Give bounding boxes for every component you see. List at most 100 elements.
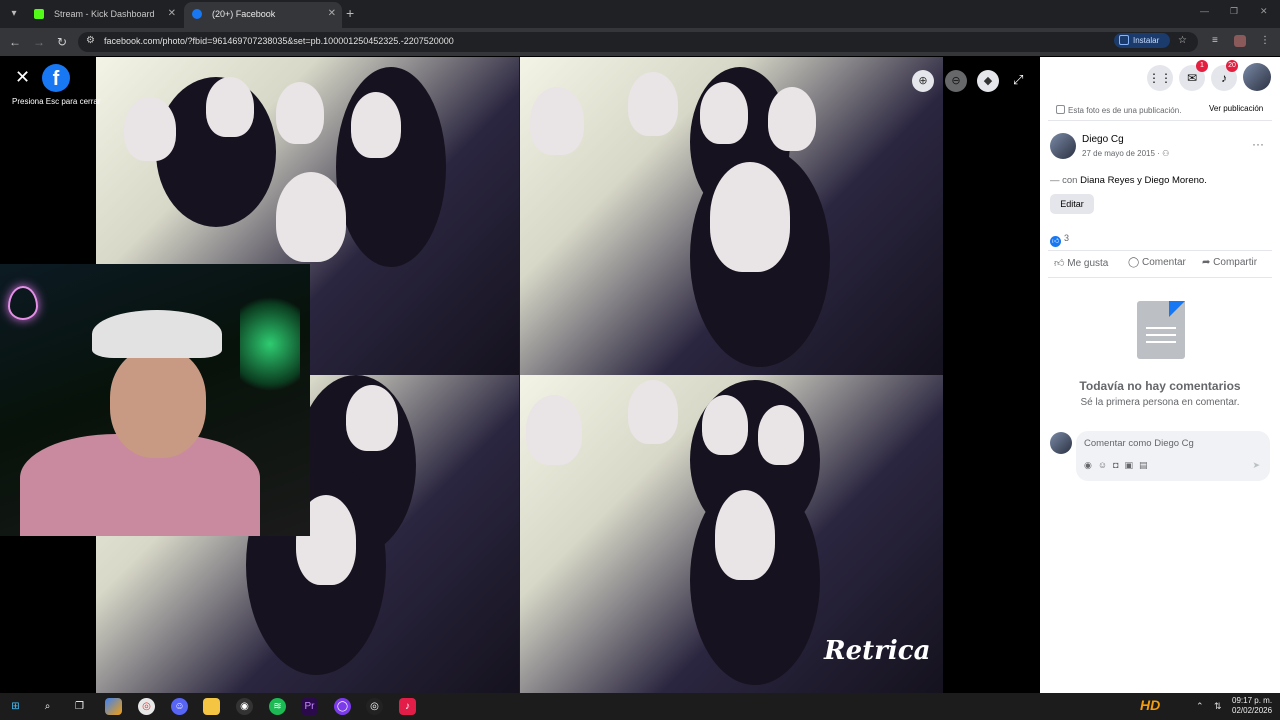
kick-favicon-icon [34, 9, 44, 19]
comment-placeholder[interactable]: Comentar como Diego Cg [1084, 438, 1194, 449]
view-post-link[interactable]: Ver publicación [1209, 104, 1263, 113]
discord-icon[interactable]: ☺ [171, 698, 188, 715]
messenger-badge: 1 [1196, 60, 1208, 72]
close-tab-icon[interactable]: ✕ [168, 2, 176, 26]
more-options-icon[interactable]: ··· [1252, 137, 1264, 151]
profile-avatar-icon[interactable] [1234, 35, 1246, 47]
search-icon[interactable]: ⌕ [39, 698, 56, 715]
file-explorer-icon[interactable] [203, 698, 220, 715]
install-label: Instalar [1133, 36, 1160, 45]
reload-icon[interactable]: ↻ [57, 34, 67, 50]
app-lens-icon[interactable]: ◎ [366, 698, 383, 715]
install-icon [1119, 35, 1129, 45]
notifications-badge: 20 [1226, 60, 1238, 72]
media-controls-icon[interactable]: ≡ [1212, 35, 1218, 47]
retrica-watermark: Retrica [824, 636, 931, 666]
menu-grid-icon[interactable]: ⋮⋮ [1147, 65, 1173, 91]
like-label: Me gusta [1067, 258, 1109, 269]
comment-button[interactable]: ◯ Comentar [1128, 257, 1186, 268]
post-date[interactable]: 27 de mayo de 2015 · ⚇ [1082, 149, 1169, 158]
post-date-text[interactable]: 27 de mayo de 2015 [1082, 149, 1155, 158]
hd-overlay-icon: HD [1140, 697, 1161, 713]
like-button[interactable]: 👍︎ Me gusta [1054, 257, 1108, 269]
facebook-favicon-icon [192, 9, 202, 19]
maximize-icon[interactable]: ❐ [1230, 6, 1238, 17]
post-info-text: Esta foto es de una publicación. [1068, 106, 1182, 115]
avatar-sticker-icon[interactable]: ◉ [1084, 460, 1098, 470]
windows-start-icon[interactable]: ⊞ [7, 698, 24, 715]
facebook-logo-icon[interactable]: f [42, 64, 70, 92]
url-text[interactable]: facebook.com/photo/?fbid=961469707238035… [104, 36, 454, 46]
photo-collage-top-right [520, 57, 943, 375]
forward-icon[interactable]: → [33, 34, 45, 50]
share-arrow-icon: ➦ [1202, 257, 1211, 268]
tiktok-icon[interactable]: ♪ [399, 698, 416, 715]
browser-toolbar: ← → ↻ ⚙ facebook.com/photo/?fbid=9614697… [0, 28, 1280, 56]
tab-facebook[interactable]: (20+) Facebook ✕ [184, 2, 342, 28]
edit-button[interactable]: Editar [1050, 194, 1094, 214]
empty-comments-document-icon [1137, 301, 1185, 359]
address-bar[interactable]: ⚙ facebook.com/photo/?fbid=9614697072380… [78, 32, 1198, 52]
author-avatar[interactable] [1050, 133, 1076, 159]
fullscreen-icon[interactable]: ⤢ [1013, 72, 1023, 88]
share-label: Compartir [1213, 257, 1258, 268]
site-info-icon[interactable]: ⚙ [86, 35, 95, 46]
copilot-icon[interactable] [105, 698, 122, 715]
reaction-summary[interactable]: 👍︎ 3 [1050, 233, 1069, 247]
thumbs-up-icon: 👍︎ [1054, 258, 1065, 269]
windows-taskbar: ⊞ ⌕ ❐ ◎ ☺ ◉ ≋ Pr ◯ ◎ ♪ HD ⌃ ⇅ 09:17 p. m… [0, 693, 1280, 720]
zoom-out-icon[interactable]: ⊖ [945, 70, 967, 92]
comment-label: Comentar [1141, 257, 1186, 268]
tagged-names[interactable]: Diana Reyes y Diego Moreno. [1080, 175, 1207, 186]
tab-title: (20+) Facebook [212, 9, 276, 19]
minimize-icon[interactable]: — [1200, 6, 1209, 16]
zoom-in-icon[interactable]: ⊕ [912, 70, 934, 92]
like-count: 3 [1064, 233, 1070, 243]
account-avatar[interactable] [1243, 63, 1271, 91]
sticker-icon[interactable]: ▤ [1139, 460, 1154, 470]
with-prefix: — con [1050, 175, 1078, 186]
tab-search-icon[interactable]: ▾ [6, 6, 22, 22]
streamer-cap [92, 310, 222, 358]
tab-kick-dashboard[interactable]: Stream - Kick Dashboard ✕ [26, 2, 182, 28]
network-icon[interactable]: ⇅ [1214, 701, 1222, 712]
browser-menu-icon[interactable]: ⋮ [1260, 35, 1270, 47]
divider [1048, 250, 1272, 251]
emoji-icon[interactable]: ☺ [1098, 460, 1113, 470]
send-icon[interactable]: ➤ [1252, 460, 1260, 471]
gif-icon[interactable]: ▣ [1125, 460, 1140, 470]
alien-neon-icon [8, 286, 38, 320]
tray-expand-icon[interactable]: ⌃ [1196, 701, 1204, 712]
info-icon [1056, 105, 1065, 114]
like-reaction-icon: 👍︎ [1050, 236, 1061, 247]
comment-tools: ◉☺◘▣▤ [1084, 460, 1154, 471]
no-comments-title: Todavía no hay comentarios [1079, 379, 1241, 393]
obs-icon[interactable]: ◉ [236, 698, 253, 715]
close-viewer-icon[interactable]: ✕ [15, 68, 30, 86]
back-icon[interactable]: ← [9, 34, 21, 50]
commenter-avatar[interactable] [1050, 432, 1072, 454]
audience-friends-icon: · ⚇ [1157, 149, 1170, 158]
streamer-face [110, 348, 206, 458]
christmas-lights [240, 284, 300, 404]
new-tab-icon[interactable]: + [346, 6, 354, 20]
premiere-pro-icon[interactable]: Pr [301, 698, 318, 715]
clock-time: 09:17 p. m. [1232, 696, 1273, 705]
window-close-icon[interactable]: ✕ [1260, 6, 1268, 17]
share-button[interactable]: ➦ Compartir [1202, 257, 1257, 268]
bookmark-star-icon[interactable]: ☆ [1178, 35, 1187, 47]
no-comments-subtitle: Sé la primera persona en comentar. [1080, 397, 1240, 408]
close-tab-icon[interactable]: ✕ [328, 2, 336, 26]
browser-tab-strip: ▾ Stream - Kick Dashboard ✕ (20+) Facebo… [0, 0, 1280, 28]
tag-icon[interactable]: ◆ [977, 70, 999, 92]
app-circle-icon[interactable]: ◯ [334, 698, 351, 715]
chrome-icon[interactable]: ◎ [138, 698, 155, 715]
system-clock[interactable]: 09:17 p. m. 02/02/2026 [1232, 696, 1272, 716]
camera-icon[interactable]: ◘ [1113, 460, 1124, 470]
task-view-icon[interactable]: ❐ [71, 698, 88, 715]
spotify-icon[interactable]: ≋ [269, 698, 286, 715]
author-name[interactable]: Diego Cg [1082, 134, 1124, 145]
comment-input[interactable]: Comentar como Diego Cg ◉☺◘▣▤ ➤ [1076, 431, 1270, 481]
install-app-button[interactable]: Instalar [1114, 33, 1170, 48]
divider [1048, 277, 1272, 278]
